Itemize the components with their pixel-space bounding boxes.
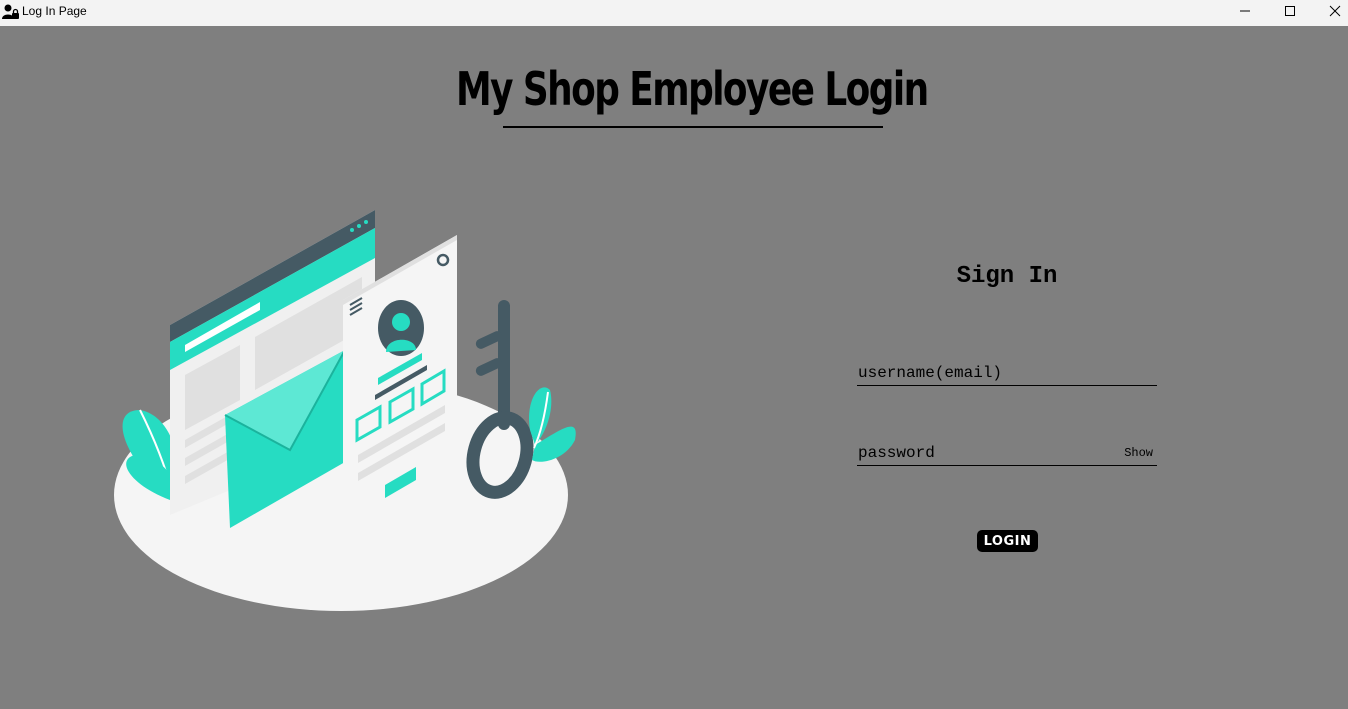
page-title: My Shop Employee Login [455,62,929,116]
login-illustration [100,200,590,620]
login-window: Log In Page My Shop Employee Login Sign … [0,0,1348,709]
title-underline [503,126,883,128]
signin-title: Sign In [956,263,1058,290]
password-input[interactable] [857,442,1108,464]
username-input[interactable] [857,362,1108,384]
title-bar: Log In Page [0,0,1348,26]
login-button[interactable]: LOGIN [977,530,1038,552]
minimize-icon [1239,4,1251,22]
show-password-button[interactable]: Show [1124,446,1153,460]
maximize-icon [1284,4,1296,22]
username-field-wrapper [857,362,1157,386]
window-title: Log In Page [22,4,87,18]
minimize-button[interactable] [1222,0,1268,26]
close-button[interactable] [1312,0,1348,26]
password-field-wrapper: Show [857,442,1157,466]
maximize-button[interactable] [1267,0,1313,26]
close-icon [1329,4,1341,22]
user-lock-icon [2,3,20,21]
